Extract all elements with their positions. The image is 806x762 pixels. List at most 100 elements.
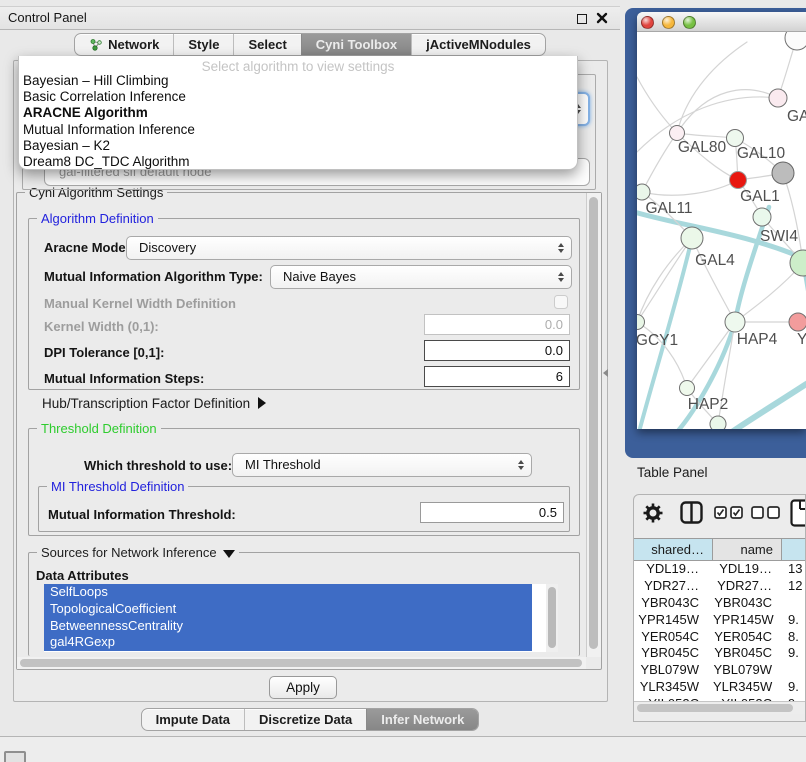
table-hscrollbar-thumb[interactable]	[637, 704, 793, 712]
unchecked-boxes-icon[interactable]	[751, 506, 781, 519]
table-panel: shared… name YDL19…YDL19…13YDR27…YDR27…1…	[633, 494, 806, 722]
network-node[interactable]	[710, 416, 726, 429]
kernel-width-label: Kernel Width (0,1):	[44, 319, 159, 334]
settings-hscrollbar-thumb[interactable]	[20, 659, 582, 667]
network-node-label: GAL1	[740, 188, 780, 205]
algorithm-definition-title: Algorithm Definition	[37, 211, 158, 226]
close-traffic-light[interactable]	[641, 16, 654, 29]
network-node[interactable]	[725, 312, 745, 332]
close-icon[interactable]	[596, 12, 608, 24]
algorithm-option[interactable]: Basic Correlation Inference	[19, 89, 577, 105]
table-cell: YBL079W	[634, 662, 713, 679]
network-graph[interactable]: GAL7GAL80GAL10GAL1GAL11SWI4GAL4GCY1HAP4Y…	[637, 32, 806, 429]
network-node[interactable]	[769, 89, 787, 107]
tab-infer-network-label: Infer Network	[381, 712, 464, 727]
manual-kernel-checkbox[interactable]	[554, 295, 568, 309]
tab-impute-data[interactable]: Impute Data	[142, 709, 244, 730]
which-threshold-combo[interactable]: MI Threshold	[232, 453, 532, 477]
table-cell: YBL079W	[713, 662, 782, 679]
attributes-scrollbar-thumb[interactable]	[548, 587, 556, 648]
column-header-partial[interactable]	[782, 539, 806, 560]
table-cell: 9.	[782, 645, 806, 662]
network-icon	[89, 38, 103, 51]
settings-vscrollbar-thumb[interactable]	[589, 197, 598, 649]
network-node-label: Y	[797, 331, 806, 348]
float-window-icon[interactable]	[577, 14, 587, 24]
kernel-width-input[interactable]: 0.0	[424, 314, 570, 335]
column-header-shared[interactable]: shared…	[634, 539, 713, 560]
tab-select[interactable]: Select	[233, 34, 300, 55]
tab-cyni-toolbox[interactable]: Cyni Toolbox	[301, 34, 411, 55]
table-row[interactable]: YDL19…YDL19…13	[634, 561, 806, 578]
network-window-titlebar[interactable]	[637, 12, 806, 32]
table-cell: YBR043C	[634, 595, 713, 612]
network-window: GAL7GAL80GAL10GAL1GAL11SWI4GAL4GCY1HAP4Y…	[637, 12, 806, 429]
tab-jactivemnodules[interactable]: jActiveMNodules	[411, 34, 545, 55]
zoom-traffic-light[interactable]	[683, 16, 696, 29]
mi-type-combo[interactable]: Naive Bayes	[270, 265, 572, 289]
hub-definition-toggle[interactable]: Hub/Transcription Factor Definition	[42, 396, 266, 411]
tab-cyni-toolbox-label: Cyni Toolbox	[316, 37, 397, 52]
tab-style-label: Style	[188, 37, 219, 52]
network-node[interactable]	[753, 208, 771, 226]
network-node[interactable]	[681, 227, 703, 249]
columns-icon[interactable]	[680, 501, 703, 524]
column-header-name[interactable]: name	[713, 539, 782, 560]
algorithm-option[interactable]: Bayesian – Hill Climbing	[19, 73, 577, 89]
table-row[interactable]: YBR045CYBR045C9.	[634, 645, 806, 662]
network-node-label: GAL10	[737, 145, 786, 162]
network-edge	[642, 180, 738, 195]
table-row[interactable]: YBR043CYBR043C	[634, 595, 806, 612]
table-row[interactable]: YDR27…YDR27…12	[634, 578, 806, 595]
dpi-tolerance-input[interactable]: 0.0	[424, 340, 570, 361]
table-cell: YDR27…	[634, 578, 713, 595]
bottom-left-widget[interactable]	[4, 751, 26, 762]
sources-group-title[interactable]: Sources for Network Inference	[37, 545, 239, 560]
minimize-traffic-light[interactable]	[662, 16, 675, 29]
tab-discretize-data-label: Discretize Data	[259, 712, 352, 727]
table-row[interactable]: YPR145WYPR145W9.	[634, 612, 806, 629]
network-node-label: GAL80	[678, 139, 727, 156]
attribute-item[interactable]: BetweennessCentrality	[44, 618, 532, 635]
table-row[interactable]: YER054CYER054C8.	[634, 629, 806, 646]
tab-network[interactable]: Network	[75, 34, 173, 55]
network-node[interactable]	[730, 172, 747, 189]
algorithm-option[interactable]: Dream8 DC_TDC Algorithm	[19, 154, 577, 170]
splitter-collapse-icon[interactable]	[603, 369, 608, 377]
network-node[interactable]	[772, 162, 794, 184]
attribute-item[interactable]: gal4RGexp	[44, 634, 532, 651]
apply-button[interactable]: Apply	[269, 676, 337, 699]
tab-style[interactable]: Style	[173, 34, 233, 55]
network-node[interactable]	[637, 315, 645, 330]
attribute-item[interactable]: TopologicalCoefficient	[44, 601, 532, 618]
network-node[interactable]	[637, 184, 650, 200]
network-node[interactable]	[789, 313, 806, 331]
mi-steps-input[interactable]: 6	[424, 366, 570, 387]
network-node[interactable]	[680, 381, 695, 396]
table-row[interactable]: YLR345WYLR345W9.	[634, 679, 806, 696]
algorithm-option[interactable]: ARACNE Algorithm	[19, 105, 577, 121]
network-node-label: GAL4	[695, 252, 735, 269]
attribute-item[interactable]: SelfLoops	[44, 584, 532, 601]
checked-boxes-icon[interactable]	[714, 506, 744, 519]
gear-icon[interactable]	[642, 502, 664, 524]
network-node[interactable]	[785, 32, 806, 50]
stepper-arrows-icon	[518, 460, 524, 470]
algorithm-option[interactable]: Bayesian – K2	[19, 138, 577, 154]
aracne-mode-combo[interactable]: Discovery	[126, 236, 572, 260]
data-attributes-label: Data Attributes	[36, 568, 129, 583]
network-node[interactable]	[727, 130, 744, 147]
network-node-label: HAP2	[688, 396, 729, 413]
mi-steps-label: Mutual Information Steps:	[44, 371, 204, 386]
network-node-label: GCY1	[637, 332, 678, 349]
table-toolbar	[634, 495, 806, 538]
mi-threshold-input[interactable]: 0.5	[420, 502, 564, 523]
aracne-mode-value: Discovery	[139, 240, 196, 255]
table-row[interactable]: YBL079WYBL079W	[634, 662, 806, 679]
threshold-definition-title: Threshold Definition	[37, 421, 161, 436]
tab-discretize-data[interactable]: Discretize Data	[244, 709, 366, 730]
document-icon[interactable]	[790, 499, 806, 527]
algorithm-option[interactable]: Mutual Information Inference	[19, 122, 577, 138]
table-cell: YDR27…	[713, 578, 782, 595]
tab-infer-network[interactable]: Infer Network	[366, 709, 478, 730]
